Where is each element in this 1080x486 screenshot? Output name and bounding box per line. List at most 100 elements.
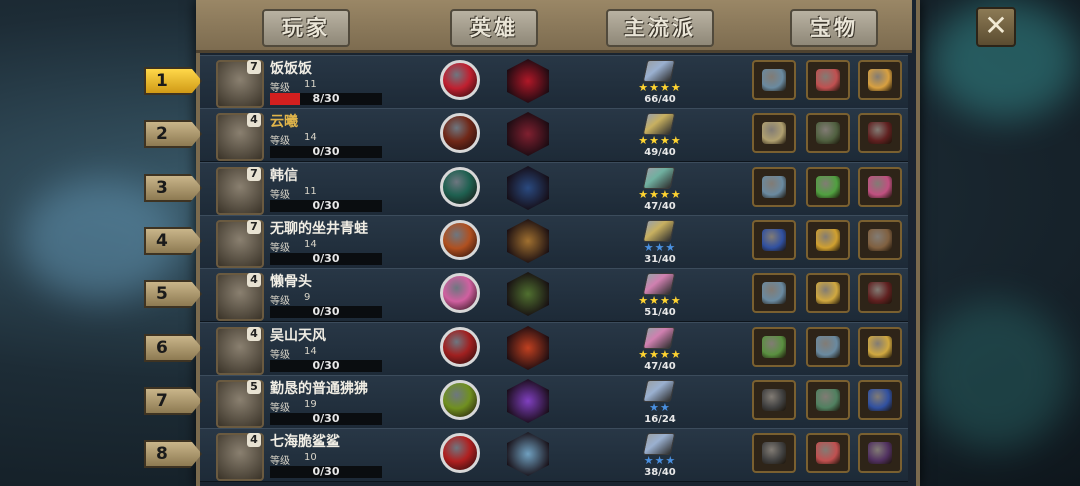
treasure-slot[interactable] [858, 327, 902, 367]
hero-avatar[interactable]: 7 [216, 167, 264, 215]
treasure-slot[interactable] [806, 380, 850, 420]
tab-heroes[interactable]: 英雄 [450, 9, 538, 47]
faction-book-icon[interactable] [642, 327, 676, 349]
tab-main-faction[interactable]: 主流派 [606, 9, 714, 47]
player-row[interactable]: 7 无聊的坐井青蛙 等级 14 0/30 ★★★ 31/40 [200, 215, 908, 269]
treasure-icon [868, 122, 892, 144]
treasure-slot[interactable] [806, 113, 850, 153]
level-label: 等级 [270, 190, 290, 201]
skill-hex-icon[interactable] [507, 112, 549, 156]
hero-level-badge: 7 [247, 167, 261, 181]
treasure-icon [762, 69, 786, 91]
treasure-slot[interactable] [752, 167, 796, 207]
skill-icon[interactable] [440, 220, 480, 260]
faction-book-icon[interactable] [642, 380, 676, 402]
treasure-slot[interactable] [858, 167, 902, 207]
player-row[interactable]: 5 勤恳的普通狒狒 等级 19 0/30 ★★ 16/24 [200, 375, 908, 429]
treasure-slot[interactable] [858, 273, 902, 313]
faction-book-icon[interactable] [642, 60, 676, 82]
treasure-icon [762, 389, 786, 411]
hero-avatar[interactable]: 7 [216, 220, 264, 268]
rank-badge: 8 [144, 440, 202, 468]
player-row[interactable]: 4 云曦 等级 14 0/30 ★★★★ 49/40 [200, 108, 908, 162]
skill-icon[interactable] [440, 60, 480, 100]
treasure-slot[interactable] [806, 60, 850, 100]
treasure-slot[interactable] [806, 167, 850, 207]
treasure-slot[interactable] [752, 113, 796, 153]
tab-players[interactable]: 玩家 [262, 9, 350, 47]
progress-bar: 0/30 [270, 466, 382, 478]
progress-text: 0/30 [312, 465, 340, 478]
progress-bar: 0/30 [270, 306, 382, 318]
skill-hex-icon[interactable] [507, 59, 549, 103]
treasure-icon [868, 282, 892, 304]
faction-stars: ★★★★ [638, 294, 682, 307]
treasure-icon [868, 336, 892, 358]
faction-count: 31/40 [644, 254, 676, 265]
player-row[interactable]: 4 七海脆鲨鲨 等级 10 0/30 ★★★ 38/40 [200, 428, 908, 482]
faction-book-icon[interactable] [642, 167, 676, 189]
skill-icon[interactable] [440, 113, 480, 153]
skill-icon[interactable] [440, 433, 480, 473]
player-row[interactable]: 7 韩信 等级 11 0/30 ★★★★ 47/40 [200, 162, 908, 216]
player-name: 韩信 [270, 168, 298, 184]
hero-avatar[interactable]: 4 [216, 113, 264, 161]
treasure-icon [868, 69, 892, 91]
skill-icon[interactable] [440, 273, 480, 313]
treasure-slot[interactable] [806, 273, 850, 313]
level-value: 14 [304, 239, 317, 250]
treasure-icon [762, 229, 786, 251]
faction-book-icon[interactable] [642, 220, 676, 242]
skill-icon[interactable] [440, 380, 480, 420]
treasure-icon [816, 122, 840, 144]
treasure-slot[interactable] [858, 60, 902, 100]
close-button[interactable]: ✕ [976, 7, 1016, 47]
skill-hex-icon[interactable] [507, 326, 549, 370]
treasure-slot[interactable] [806, 327, 850, 367]
faction-count: 38/40 [644, 467, 676, 478]
hero-avatar[interactable]: 4 [216, 327, 264, 375]
treasure-slot[interactable] [752, 60, 796, 100]
close-icon: ✕ [984, 9, 1008, 42]
progress-bar: 0/30 [270, 360, 382, 372]
treasure-slot[interactable] [806, 433, 850, 473]
rank-badge: 4 [144, 227, 202, 255]
treasure-slot[interactable] [752, 327, 796, 367]
hero-avatar[interactable]: 4 [216, 273, 264, 321]
skill-icon[interactable] [440, 327, 480, 367]
skill-hex-icon[interactable] [507, 432, 549, 476]
treasure-slot[interactable] [752, 220, 796, 260]
player-row[interactable]: 4 懒骨头 等级 9 0/30 ★★★★ 51/40 [200, 268, 908, 322]
level-value: 10 [304, 452, 317, 463]
tab-treasures[interactable]: 宝物 [790, 9, 878, 47]
skill-hex-icon[interactable] [507, 219, 549, 263]
skill-hex-icon[interactable] [507, 272, 549, 316]
treasure-slot[interactable] [858, 380, 902, 420]
treasure-slot[interactable] [858, 433, 902, 473]
treasure-slot[interactable] [806, 220, 850, 260]
treasure-icon [762, 442, 786, 464]
hero-level-badge: 4 [247, 113, 261, 127]
treasure-slot[interactable] [752, 433, 796, 473]
hero-avatar[interactable]: 7 [216, 60, 264, 108]
faction-book-icon[interactable] [642, 273, 676, 295]
skill-hex-icon[interactable] [507, 379, 549, 423]
treasure-slot[interactable] [858, 113, 902, 153]
skill-icon[interactable] [440, 167, 480, 207]
faction-book-icon[interactable] [642, 113, 676, 135]
level-label: 等级 [270, 403, 290, 414]
treasure-icon [816, 336, 840, 358]
faction-book-icon[interactable] [642, 433, 676, 455]
player-row[interactable]: 4 吴山天风 等级 14 0/30 ★★★★ 47/40 [200, 322, 908, 376]
progress-bar: 8/30 [270, 93, 382, 105]
hero-avatar[interactable]: 5 [216, 380, 264, 428]
treasure-slot[interactable] [752, 273, 796, 313]
treasure-slot[interactable] [752, 380, 796, 420]
treasure-slot[interactable] [858, 220, 902, 260]
skill-hex-icon[interactable] [507, 166, 549, 210]
faction-count: 47/40 [644, 201, 676, 212]
level-label: 等级 [270, 136, 290, 147]
hero-avatar[interactable]: 4 [216, 433, 264, 481]
player-row[interactable]: 7 饭饭饭 等级 11 8/30 ★★★★ 66/40 [200, 55, 908, 109]
rank-badge: 7 [144, 387, 202, 415]
